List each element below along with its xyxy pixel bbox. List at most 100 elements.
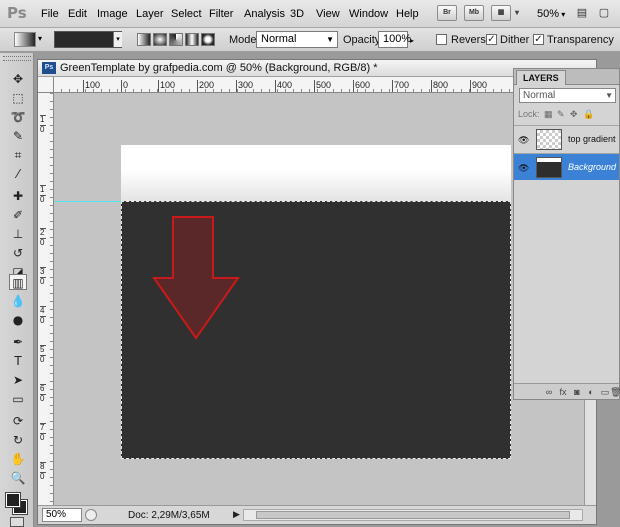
- blend-mode-select[interactable]: Normal ▼: [519, 88, 616, 103]
- horizontal-scrollbar[interactable]: [243, 509, 583, 521]
- gradient-dropdown-icon[interactable]: ▾: [113, 32, 122, 47]
- ruler-label: 1: [40, 115, 46, 124]
- menu-layer[interactable]: Layer: [136, 8, 164, 20]
- status-menu-arrow-icon[interactable]: ▶: [233, 509, 240, 520]
- menu-image[interactable]: Image: [97, 8, 128, 20]
- ruler-label: 1: [40, 185, 46, 194]
- eye-icon[interactable]: 👁: [518, 135, 529, 146]
- menu-select[interactable]: Select: [171, 8, 202, 20]
- layer-name: Background: [568, 162, 617, 172]
- chevron-down-icon: ▼: [326, 35, 334, 44]
- delete-layer-icon[interactable]: 🗑: [610, 387, 620, 397]
- vertical-ruler[interactable]: 1 0 1 0 2 0 3 0 4 0 5 0 6 0 7 0 8 0: [38, 93, 54, 505]
- crop-tool-icon[interactable]: ⌗: [9, 147, 27, 163]
- add-mask-icon[interactable]: ◙: [572, 387, 582, 397]
- mode-label: Mode:: [229, 34, 260, 46]
- clone-stamp-tool-icon[interactable]: ⊥: [9, 226, 27, 242]
- adjustment-layer-icon[interactable]: ◐: [586, 387, 596, 397]
- photoshop-logo: Ps: [7, 4, 27, 22]
- opacity-field[interactable]: 100%: [378, 31, 411, 48]
- ruler-label: 0: [40, 277, 46, 286]
- chevron-down-icon[interactable]: ▾: [38, 34, 42, 43]
- menu-filter[interactable]: Filter: [209, 8, 233, 20]
- layer-row-top-gradient[interactable]: 👁 top gradient: [514, 125, 619, 152]
- gradient-tool-preset-icon[interactable]: [14, 32, 36, 47]
- zoom-level-select[interactable]: 50%: [537, 8, 565, 20]
- menu-help[interactable]: Help: [396, 8, 419, 20]
- ruler-label: 4: [40, 306, 46, 315]
- link-layers-icon[interactable]: ∞: [544, 387, 554, 397]
- move-tool-icon[interactable]: ✥: [9, 71, 27, 87]
- opacity-arrow-icon[interactable]: ▸: [410, 36, 414, 45]
- lock-position-icon[interactable]: ✥: [570, 110, 579, 119]
- angle-gradient-icon[interactable]: [169, 33, 183, 46]
- bridge-button[interactable]: Br: [437, 5, 457, 21]
- reflected-gradient-icon[interactable]: [185, 33, 199, 46]
- linear-gradient-icon[interactable]: [137, 33, 151, 46]
- eye-icon[interactable]: 👁: [518, 163, 529, 174]
- lock-image-icon[interactable]: ✎: [557, 110, 566, 119]
- 3d-rotate-tool-icon[interactable]: ⟳: [9, 413, 27, 429]
- brush-tool-icon[interactable]: ✐: [9, 207, 27, 223]
- chevron-down-icon: ▼: [605, 91, 613, 100]
- healing-brush-tool-icon[interactable]: ✚: [9, 188, 27, 204]
- menu-3d[interactable]: 3D: [290, 8, 304, 20]
- dither-checkbox[interactable]: ✓: [486, 34, 497, 45]
- menu-window[interactable]: Window: [349, 8, 388, 20]
- new-group-icon[interactable]: ▭: [600, 387, 610, 397]
- foreground-color-swatch[interactable]: [5, 492, 21, 508]
- reverse-checkbox[interactable]: [436, 34, 447, 45]
- history-brush-tool-icon[interactable]: ↺: [9, 245, 27, 261]
- menu-view[interactable]: View: [316, 8, 340, 20]
- panel-grip[interactable]: [3, 56, 31, 61]
- path-selection-tool-icon[interactable]: ➤: [9, 372, 27, 388]
- menu-analysis[interactable]: Analysis: [244, 8, 285, 20]
- marquee-tool-icon[interactable]: ⬚: [9, 90, 27, 106]
- radial-gradient-icon[interactable]: [153, 33, 167, 46]
- diamond-gradient-icon[interactable]: [201, 33, 215, 46]
- arrange-documents-icon[interactable]: ▤: [575, 6, 589, 20]
- gradient-tool-icon[interactable]: ▥: [9, 274, 27, 290]
- minibridge-button[interactable]: Mb: [464, 5, 484, 21]
- ruler-label: 2: [40, 228, 46, 237]
- menu-file[interactable]: File: [41, 8, 59, 20]
- scrollbar-thumb[interactable]: [256, 511, 570, 519]
- shape-tool-icon[interactable]: ▭: [9, 391, 27, 407]
- blur-tool-icon[interactable]: 💧: [9, 293, 27, 309]
- quick-selection-tool-icon[interactable]: ✎: [9, 128, 27, 144]
- ruler-origin[interactable]: [38, 77, 54, 93]
- ruler-label: 7: [40, 423, 46, 432]
- 3d-orbit-tool-icon[interactable]: ↻: [9, 432, 27, 448]
- lock-all-icon[interactable]: 🔒: [583, 110, 594, 119]
- transparency-checkbox[interactable]: ✓: [533, 34, 544, 45]
- ruler-label: 100: [83, 80, 100, 92]
- view-extras-button[interactable]: ▦: [491, 5, 519, 21]
- ruler-label: 0: [40, 195, 46, 204]
- ruler-label: 0: [121, 80, 128, 92]
- menu-edit[interactable]: Edit: [68, 8, 87, 20]
- hand-tool-icon[interactable]: ✋: [9, 451, 27, 467]
- blend-mode-value: Normal: [523, 90, 556, 101]
- layer-name: top gradient: [568, 134, 616, 144]
- dodge-tool-icon[interactable]: ●: [9, 312, 27, 328]
- lock-transparent-icon[interactable]: ▦: [544, 110, 553, 119]
- mode-select[interactable]: Normal ▼: [256, 31, 338, 48]
- ruler-label: 0: [40, 394, 46, 403]
- status-info-icon[interactable]: [85, 509, 97, 521]
- layer-thumbnail: [536, 157, 562, 178]
- ruler-label: 3: [40, 267, 46, 276]
- zoom-tool-icon[interactable]: 🔍: [9, 470, 27, 486]
- transparency-label: Transparency: [547, 34, 614, 46]
- layer-row-background[interactable]: 👁 Background: [514, 153, 619, 180]
- eyedropper-tool-icon[interactable]: ⁄: [9, 166, 27, 182]
- type-tool-icon[interactable]: T: [9, 353, 27, 369]
- pen-tool-icon[interactable]: ✒: [9, 334, 27, 350]
- layer-style-icon[interactable]: fx: [558, 387, 568, 397]
- tab-layers[interactable]: LAYERS: [516, 70, 566, 85]
- quick-mask-icon[interactable]: [10, 517, 24, 527]
- guide-line[interactable]: [55, 201, 121, 202]
- lasso-tool-icon[interactable]: ➰: [9, 109, 27, 125]
- gradient-swatch[interactable]: [54, 31, 122, 48]
- zoom-field[interactable]: 50%: [42, 508, 82, 522]
- screen-mode-icon[interactable]: ▢: [597, 6, 611, 20]
